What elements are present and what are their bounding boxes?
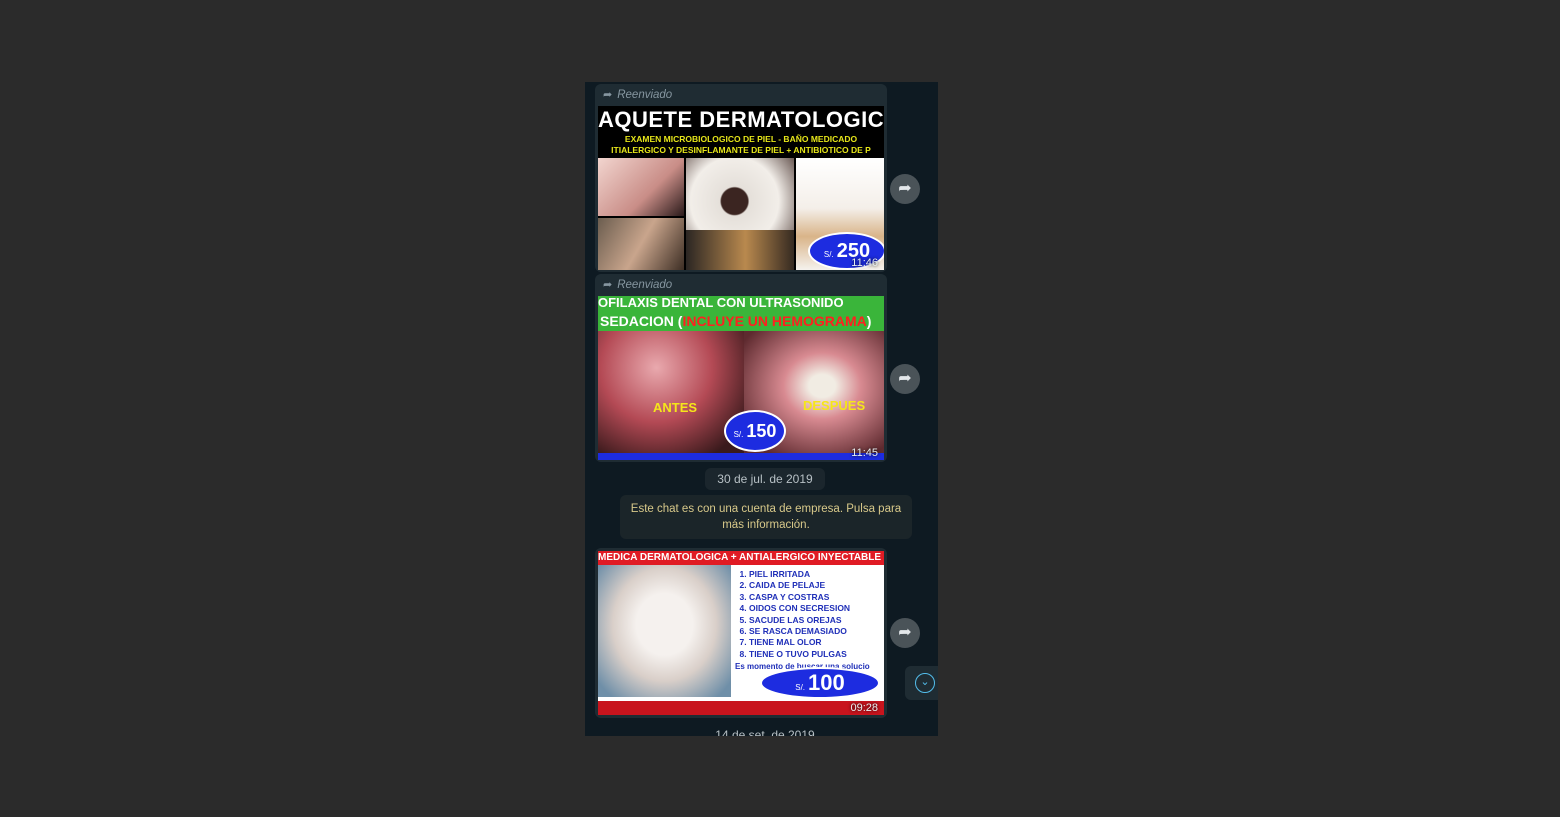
poster-image[interactable]: OFILAXIS DENTAL CON ULTRASONIDO SEDACION…: [598, 296, 884, 460]
image-message[interactable]: ➦ Reenviado OFILAXIS DENTAL CON ULTRASONI…: [595, 274, 887, 462]
date-separator: 14 de set. de 2019: [715, 728, 815, 736]
dog-photo: [598, 565, 731, 697]
forward-arrow-icon: ➦: [898, 624, 912, 641]
message-time: 09:28: [850, 702, 878, 714]
share-button[interactable]: ➦: [890, 174, 920, 204]
poster-banner: MEDICA DERMATOLOGICA + ANTIALERGICO INYE…: [598, 551, 884, 565]
image-message[interactable]: MEDICA DERMATOLOGICA + ANTIALERGICO INYE…: [595, 548, 887, 718]
forwarded-label: ➦ Reenviado: [603, 279, 673, 291]
poster-image[interactable]: MEDICA DERMATOLOGICA + ANTIALERGICO INYE…: [598, 551, 884, 715]
teeth-photo-before: [598, 331, 744, 453]
message-time: 11:46: [851, 257, 878, 269]
dog-photo: [598, 218, 684, 270]
forwarded-icon: ➦: [603, 279, 613, 291]
share-button[interactable]: ➦: [890, 364, 920, 394]
poster-subtitle: SEDACION (INCLUYE UN HEMOGRAMA): [598, 311, 884, 331]
share-button[interactable]: ➦: [890, 618, 920, 648]
footer-strip: [598, 453, 884, 460]
chevron-down-icon: ⌄: [915, 672, 935, 693]
dog-photo: [686, 230, 794, 270]
image-message[interactable]: ➦ Reenviado AQUETE DERMATOLOGIC EXAMEN MI…: [595, 84, 887, 272]
before-label: ANTES: [653, 400, 698, 415]
footer-strip: [598, 701, 884, 715]
date-separator: 30 de jul. de 2019: [705, 468, 825, 490]
forward-arrow-icon: ➦: [898, 180, 912, 197]
poster-title: AQUETE DERMATOLOGIC: [598, 106, 884, 134]
forwarded-label: ➦ Reenviado: [603, 89, 673, 101]
dog-photo: [686, 158, 794, 230]
scroll-to-bottom-button[interactable]: ⌄: [905, 666, 938, 700]
forward-arrow-icon: ➦: [898, 370, 912, 387]
price-badge: S/. 150: [724, 410, 786, 452]
business-account-notice[interactable]: Este chat es con una cuenta de empresa. …: [620, 495, 912, 539]
dog-photo: [598, 158, 684, 216]
message-time: 11:45: [851, 447, 878, 459]
after-label: DESPUES: [803, 398, 866, 413]
chat-window: ➦ Reenviado AQUETE DERMATOLOGIC EXAMEN MI…: [585, 82, 938, 736]
poster-image[interactable]: AQUETE DERMATOLOGIC EXAMEN MICROBIOLOGIC…: [598, 106, 884, 270]
price-badge: S/. 100: [760, 667, 880, 699]
poster-subtitle: EXAMEN MICROBIOLOGICO DE PIEL - BAÑO MED…: [598, 134, 884, 156]
forwarded-icon: ➦: [603, 89, 613, 101]
